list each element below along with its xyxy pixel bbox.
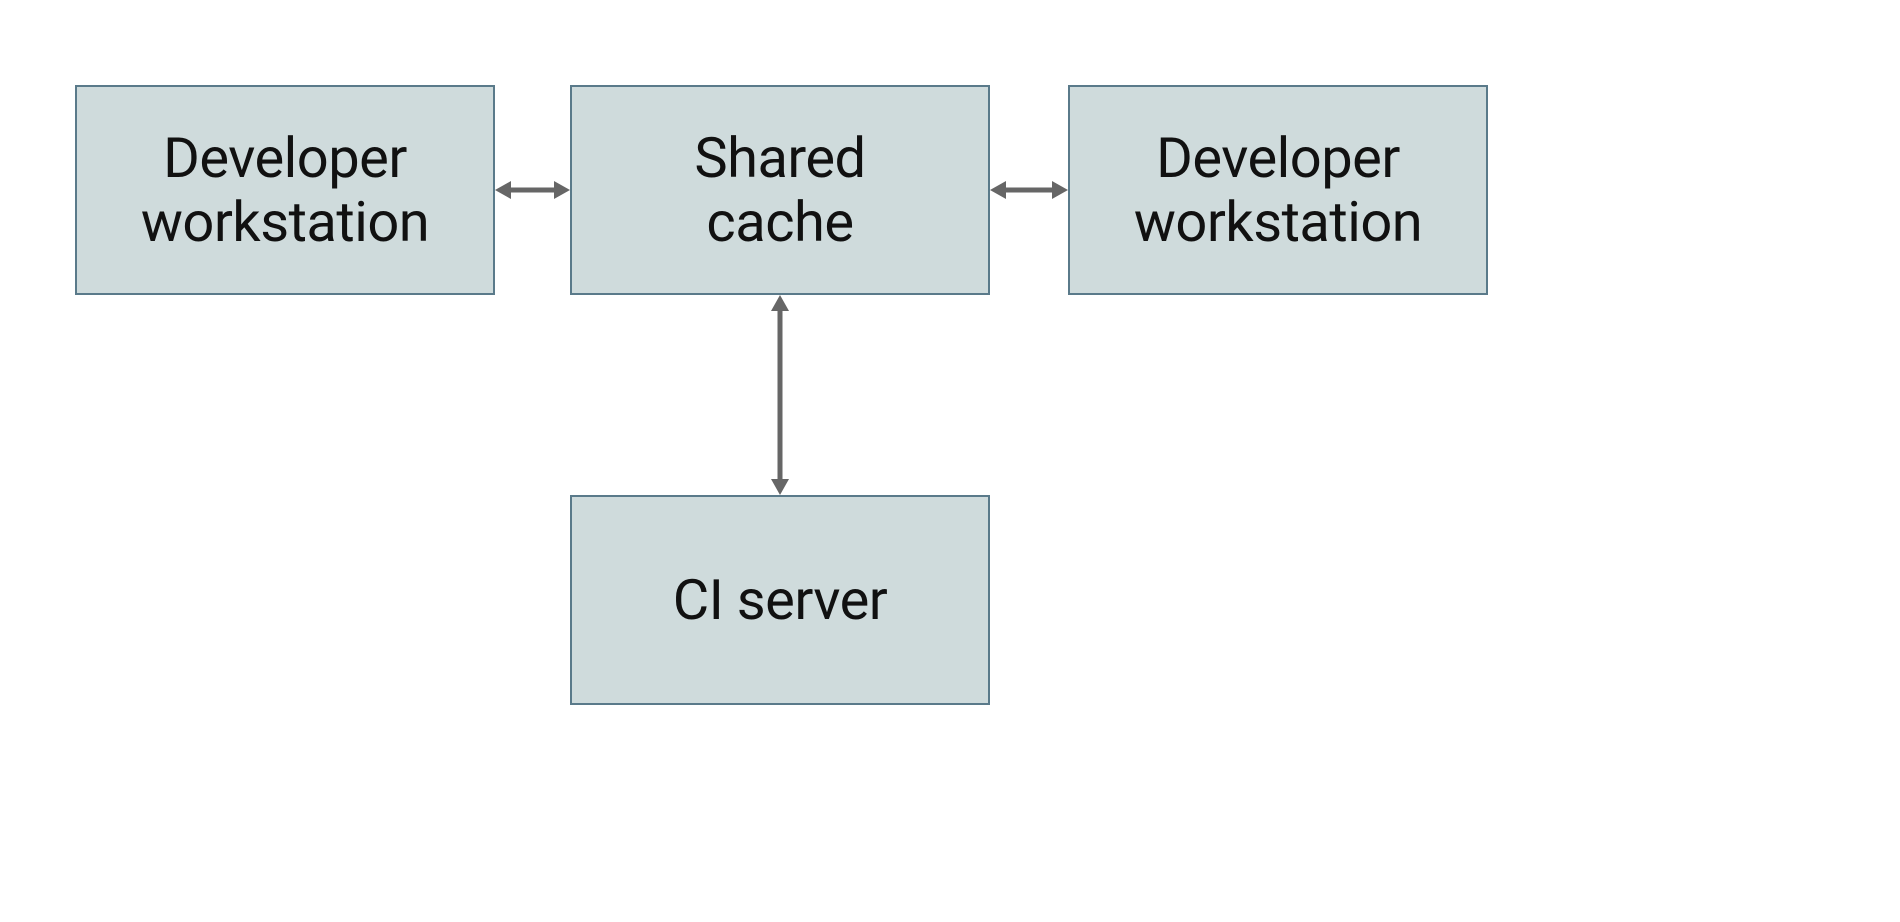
node-label: Developerworkstation [141,126,429,255]
node-developer-workstation-right: Developerworkstation [1068,85,1488,295]
double-arrow-icon [990,170,1068,210]
node-ci-server: CI server [570,495,990,705]
node-label: Developerworkstation [1134,126,1422,255]
double-arrow-icon [760,295,800,495]
architecture-diagram: Developerworkstation Sharedcache Develop… [0,0,1900,922]
node-shared-cache: Sharedcache [570,85,990,295]
double-arrow-icon [495,170,570,210]
node-label: CI server [673,568,888,632]
node-developer-workstation-left: Developerworkstation [75,85,495,295]
node-label: Sharedcache [694,126,865,255]
